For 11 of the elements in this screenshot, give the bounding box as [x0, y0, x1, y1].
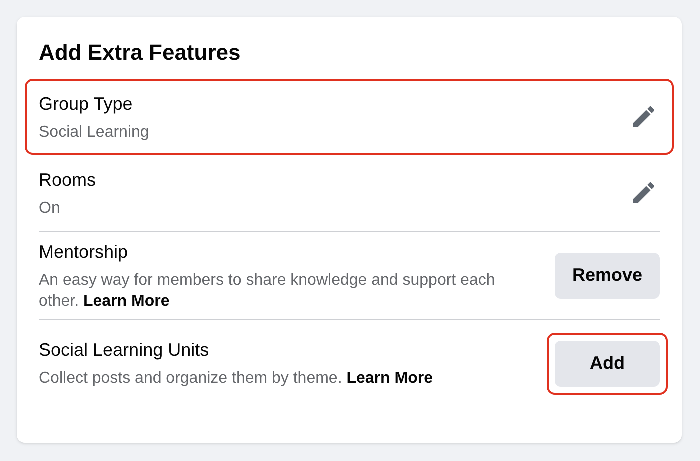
row-title: Mentorship: [39, 240, 130, 264]
action-button[interactable]: Remove: [555, 252, 660, 298]
card-title: Add Extra Features: [39, 39, 242, 67]
action-button[interactable]: Add: [555, 340, 660, 386]
row-title: Group Type: [39, 92, 134, 116]
row-description: An easy way for members to share knowledge and support each other. Learn More: [39, 270, 496, 312]
row-title: Social Learning Units: [39, 339, 210, 362]
row-description: Social Learning: [39, 122, 150, 142]
row-description: Collect posts and organize them by theme. Learn More: [39, 369, 433, 389]
row-description: On: [39, 198, 62, 218]
row-title: Rooms: [39, 168, 96, 192]
